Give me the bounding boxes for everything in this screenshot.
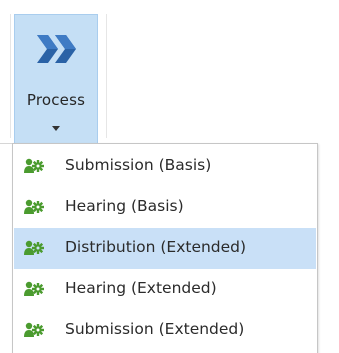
menu-item-submission-basis[interactable]: Submission (Basis) [14,146,316,187]
process-button[interactable]: Process [14,14,98,146]
process-gear-icon [24,322,44,337]
ribbon-separator [106,14,107,138]
screen: Process Submission (Basis) Hearing (Basi… [0,0,339,353]
process-button-label: Process [26,91,86,109]
menu-item-label: Submission (Extended) [65,320,245,338]
ribbon-separator [10,14,11,138]
ribbon-bar: Process [0,0,339,146]
double-chevron-right-icon [37,35,76,63]
menu-item-label: Hearing (Extended) [65,279,217,297]
process-dropdown-menu: Submission (Basis) Hearing (Basis) Distr… [12,143,318,353]
menu-item-submission-extended[interactable]: Submission (Extended) [14,310,316,351]
menu-item-label: Hearing (Basis) [65,197,184,215]
process-gear-icon [24,158,44,173]
process-gear-icon [24,240,44,255]
menu-item-label: Distribution (Extended) [65,238,247,256]
menu-item-distribution-extended[interactable]: Distribution (Extended) [14,228,316,269]
process-gear-icon [24,281,44,296]
ribbon-bottom-border [0,143,12,144]
menu-item-hearing-extended[interactable]: Hearing (Extended) [14,269,316,310]
process-gear-icon [24,199,44,214]
menu-item-label: Submission (Basis) [65,156,212,174]
menu-item-hearing-basis[interactable]: Hearing (Basis) [14,187,316,228]
chevron-down-icon [52,126,60,131]
